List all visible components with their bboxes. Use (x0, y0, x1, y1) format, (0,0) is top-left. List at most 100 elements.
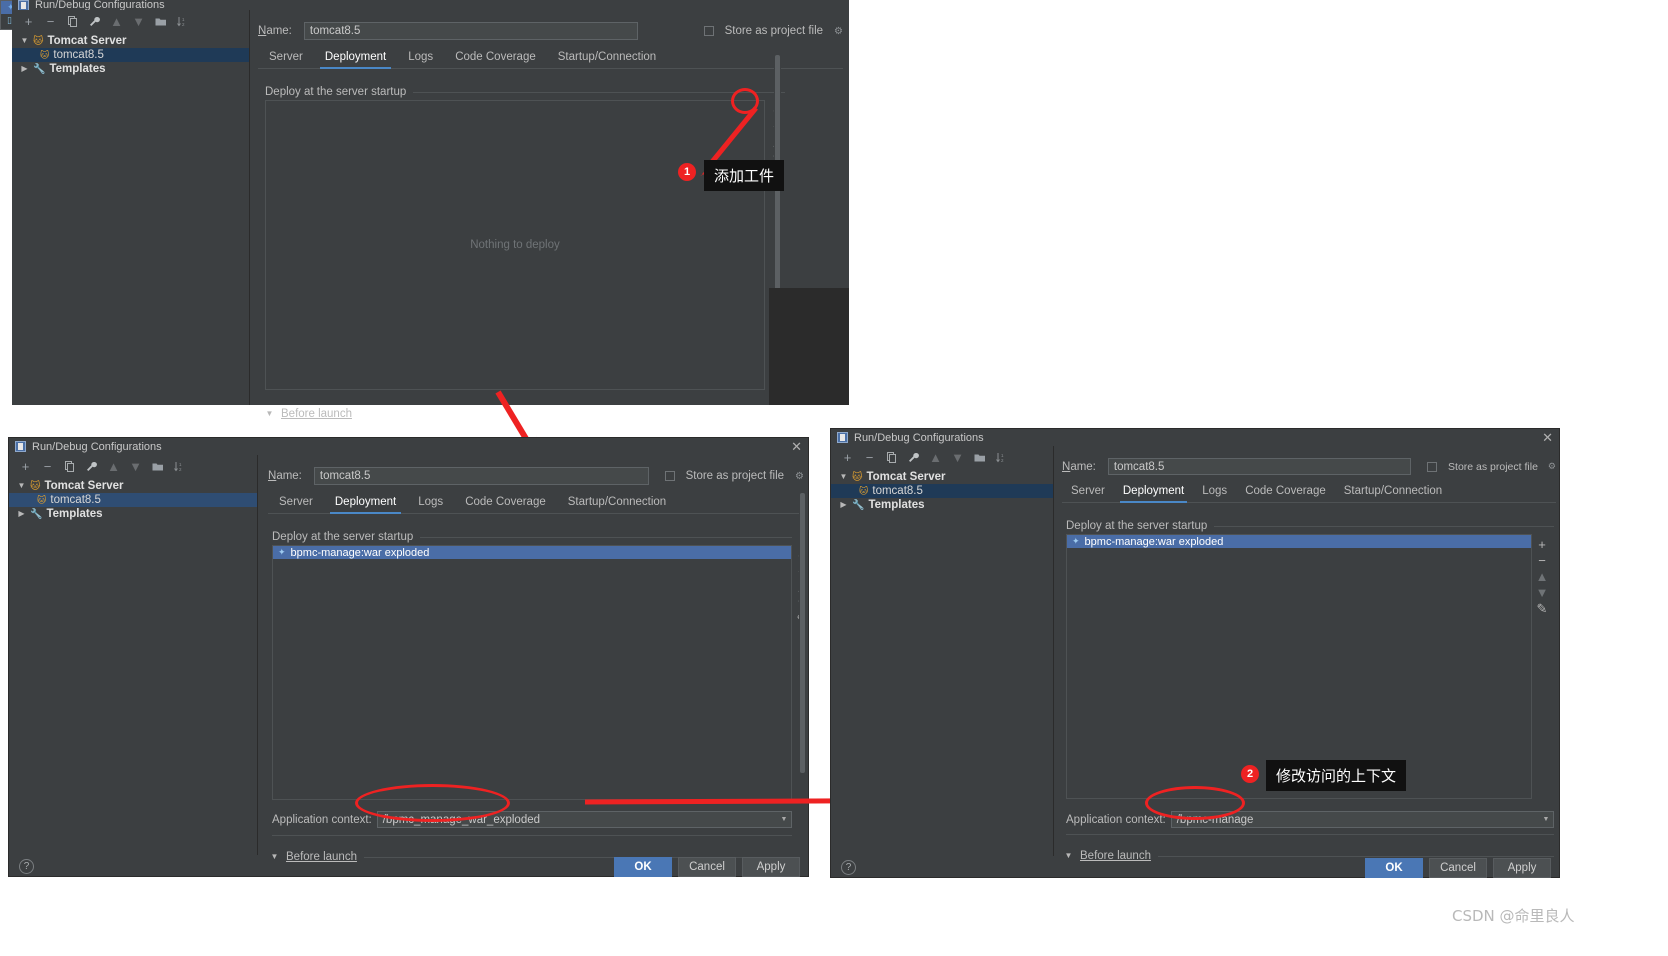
copy-icon[interactable] (66, 15, 79, 28)
name-input[interactable]: tomcat8.5 (313, 467, 649, 485)
tree-node-tomcat85[interactable]: 🐱 tomcat8.5 (12, 48, 249, 62)
cancel-button[interactable]: Cancel (1429, 857, 1487, 878)
tab-server[interactable]: Server (1062, 482, 1114, 502)
remove-icon[interactable]: − (44, 15, 57, 28)
sort-icon[interactable]: 12 (173, 460, 186, 473)
store-as-project-file-checkbox[interactable] (1427, 461, 1438, 472)
move-up-icon[interactable]: ▲ (107, 460, 120, 473)
tree-node-templates[interactable]: ▶ 🔧 Templates (12, 62, 249, 76)
move-down-icon[interactable]: ▼ (1535, 584, 1549, 600)
tree-node-templates[interactable]: ▶ 🔧 Templates (9, 507, 257, 521)
tab-label: Startup/Connection (1343, 485, 1443, 497)
gear-icon[interactable]: ⚙ (834, 26, 843, 37)
close-icon[interactable]: ✕ (1542, 431, 1553, 444)
tab-server[interactable]: Server (258, 48, 314, 68)
detail-scrollbar-left[interactable] (799, 493, 806, 823)
add-icon[interactable]: + (1535, 536, 1549, 552)
add-icon[interactable]: + (22, 15, 35, 28)
store-as-project-file-checkbox[interactable] (664, 471, 675, 481)
list-item[interactable]: ✦ bpmc-manage:war exploded (273, 546, 791, 559)
chevron-right-icon[interactable]: ▶ (17, 510, 26, 518)
wrench-icon[interactable] (88, 15, 101, 28)
chevron-right-icon[interactable]: ▶ (20, 65, 29, 73)
tree-node-tomcat85[interactable]: 🐱 tomcat8.5 (9, 493, 257, 507)
help-icon[interactable]: ? (19, 859, 34, 874)
move-up-icon[interactable]: ▲ (110, 15, 123, 28)
chevron-down-icon[interactable]: ▼ (1539, 816, 1553, 823)
copy-icon[interactable] (885, 451, 898, 464)
sort-icon[interactable]: 12 (995, 451, 1008, 464)
wrench-icon: 🔧 (33, 63, 46, 75)
tab-code-coverage[interactable]: Code Coverage (1236, 482, 1335, 502)
add-icon[interactable]: + (19, 460, 32, 473)
name-input[interactable]: tomcat8.5 (1107, 458, 1412, 475)
list-item[interactable]: ✦ bpmc-manage:war exploded (1067, 535, 1531, 548)
tab-bar-right: Server Deployment Logs Code Coverage Sta… (1062, 482, 1556, 503)
tree-node-label: Templates (49, 63, 106, 75)
chevron-down-icon[interactable]: ▼ (265, 410, 274, 418)
tab-logs[interactable]: Logs (407, 493, 454, 513)
ok-button[interactable]: OK (614, 856, 672, 877)
artifact-icon: ✦ (1072, 536, 1080, 546)
chevron-down-icon[interactable]: ▼ (839, 473, 848, 481)
move-up-icon[interactable]: ▲ (1535, 568, 1549, 584)
app-context-combo[interactable]: /bpmc-manage ▼ (1170, 811, 1554, 828)
tab-deployment[interactable]: Deployment (324, 493, 407, 514)
name-input[interactable]: tomcat8.5 (303, 22, 638, 40)
wrench-icon[interactable] (85, 460, 98, 473)
remove-icon[interactable]: − (41, 460, 54, 473)
tab-code-coverage[interactable]: Code Coverage (454, 493, 557, 513)
tab-label: Server (1071, 485, 1105, 497)
scrollbar-thumb[interactable] (800, 493, 805, 773)
close-icon[interactable]: ✕ (791, 440, 802, 453)
tab-startup-connection[interactable]: Startup/Connection (547, 48, 667, 68)
remove-icon[interactable]: − (863, 451, 876, 464)
chevron-down-icon[interactable]: ▼ (20, 37, 29, 45)
tree-node-label: Tomcat Server (44, 480, 124, 492)
tree-node-templates[interactable]: ▶ 🔧 Templates (831, 498, 1053, 512)
folder-icon[interactable] (151, 460, 164, 473)
tree-node-tomcat-server[interactable]: ▼ 🐱 Tomcat Server (12, 34, 249, 48)
tree-node-tomcat-server[interactable]: ▼ 🐱 Tomcat Server (831, 470, 1053, 484)
add-icon[interactable]: + (841, 451, 854, 464)
move-down-icon[interactable]: ▼ (132, 15, 145, 28)
help-icon[interactable]: ? (841, 860, 856, 875)
move-down-icon[interactable]: ▼ (951, 451, 964, 464)
gear-icon[interactable]: ⚙ (795, 471, 804, 482)
tab-code-coverage[interactable]: Code Coverage (444, 48, 547, 68)
gear-icon[interactable]: ⚙ (1548, 461, 1556, 472)
sort-icon[interactable]: 12 (176, 15, 189, 28)
tab-logs[interactable]: Logs (397, 48, 444, 68)
move-up-icon[interactable]: ▲ (929, 451, 942, 464)
folder-icon[interactable] (154, 15, 167, 28)
tab-label: Startup/Connection (557, 51, 657, 63)
annotation-step-2-tooltip: 修改访问的上下文 (1266, 760, 1407, 791)
tree-node-tomcat-server[interactable]: ▼ 🐱 Tomcat Server (9, 479, 257, 493)
tab-deployment[interactable]: Deployment (314, 48, 397, 69)
remove-icon[interactable]: − (1535, 552, 1549, 568)
app-context-label: Application context: (272, 813, 372, 826)
deploy-list-left[interactable]: ✦ bpmc-manage:war exploded (272, 545, 792, 800)
wrench-icon[interactable] (907, 451, 920, 464)
folder-icon[interactable] (973, 451, 986, 464)
move-down-icon[interactable]: ▼ (129, 460, 142, 473)
chevron-down-icon[interactable]: ▼ (17, 482, 26, 490)
annotation-step-2-badge: 2 (1241, 765, 1259, 783)
cancel-button[interactable]: Cancel (678, 856, 736, 877)
chevron-right-icon[interactable]: ▶ (839, 501, 848, 509)
tab-deployment[interactable]: Deployment (1114, 482, 1193, 503)
store-as-project-file-checkbox[interactable] (703, 26, 714, 36)
tab-server[interactable]: Server (268, 493, 324, 513)
edit-pencil-icon[interactable]: ✎ (1535, 600, 1549, 616)
tab-startup-connection[interactable]: Startup/Connection (1335, 482, 1451, 502)
intellij-icon (837, 432, 848, 443)
apply-button[interactable]: Apply (742, 856, 800, 877)
section-rule (413, 91, 785, 93)
tree-node-tomcat85[interactable]: 🐱 tomcat8.5 (831, 484, 1053, 498)
copy-icon[interactable] (63, 460, 76, 473)
ok-button[interactable]: OK (1365, 857, 1423, 878)
before-launch-label: Before launch (281, 408, 352, 420)
tab-logs[interactable]: Logs (1193, 482, 1236, 502)
apply-button[interactable]: Apply (1493, 857, 1551, 878)
tab-startup-connection[interactable]: Startup/Connection (557, 493, 677, 513)
